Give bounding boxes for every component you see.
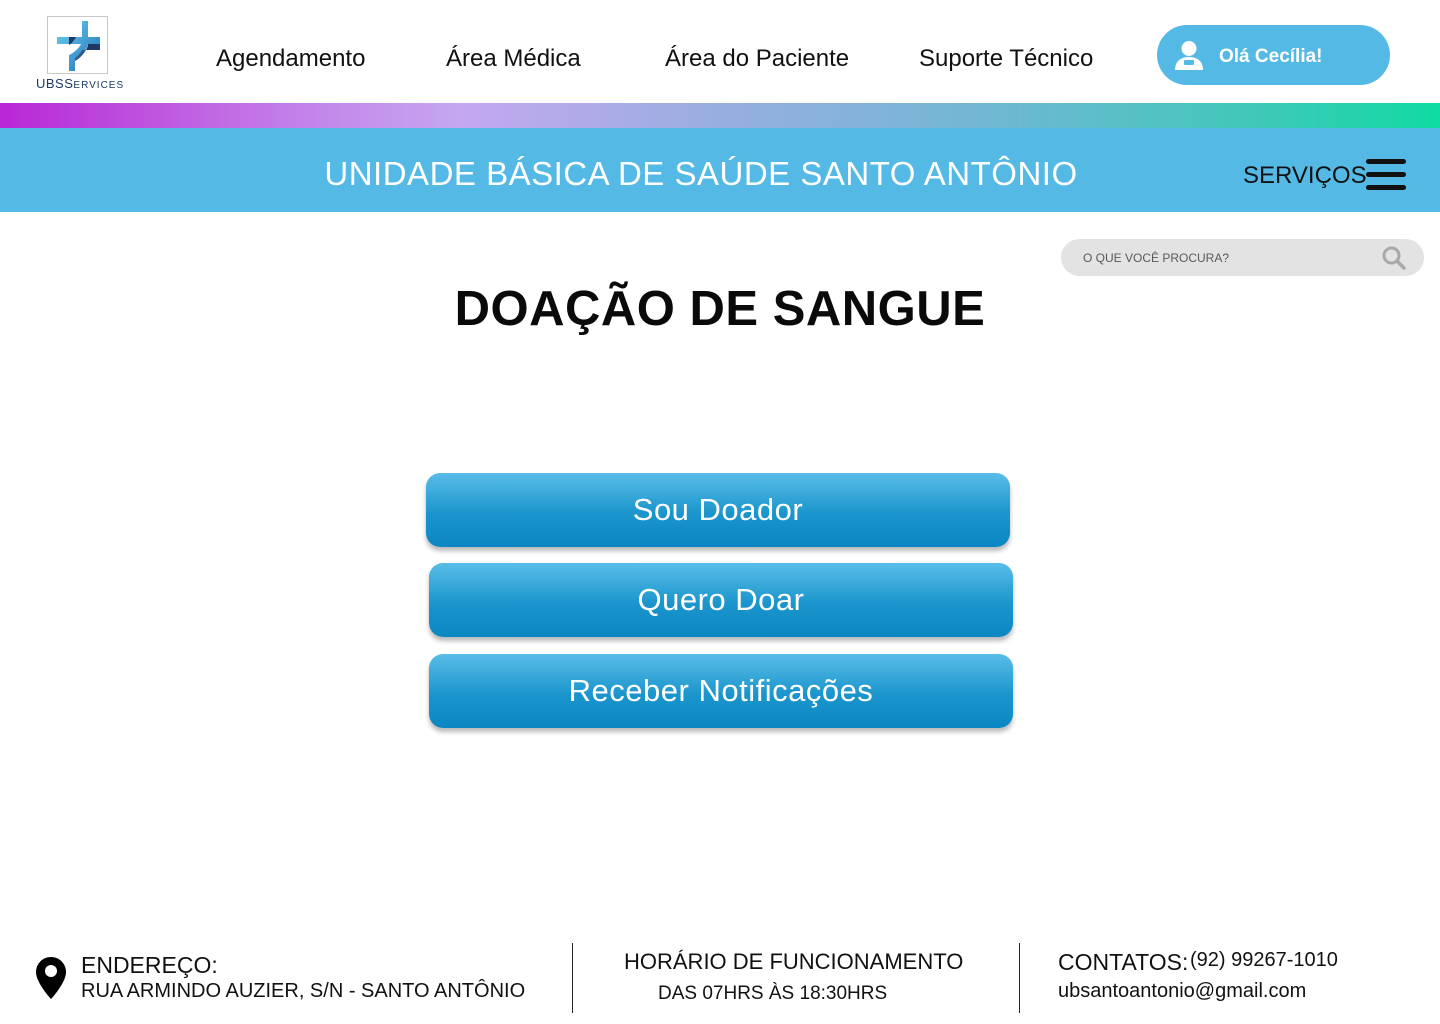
hamburger-menu-icon[interactable] <box>1366 159 1406 191</box>
footer: ENDEREÇO: RUA ARMINDO AUZIER, S/N - SANT… <box>0 930 1440 1024</box>
contact-phone[interactable]: (92) 99267-1010 <box>1190 949 1338 972</box>
ubservices-logo[interactable]: UBSSERVICES <box>36 14 125 94</box>
location-pin-icon <box>35 956 67 1000</box>
user-icon <box>1173 39 1205 71</box>
footer-divider <box>1019 943 1020 1013</box>
gradient-divider <box>0 103 1440 128</box>
quero-doar-button[interactable]: Quero Doar <box>429 563 1013 637</box>
search-input[interactable] <box>1083 239 1383 276</box>
contacts-label: CONTATOS: <box>1058 949 1189 975</box>
top-header: UBSSERVICES Agendamento Área Médica Área… <box>0 0 1440 103</box>
footer-divider <box>572 943 573 1013</box>
page-title: DOAÇÃO DE SANGUE <box>454 282 986 336</box>
logo-cross-icon <box>47 16 108 74</box>
user-account-button[interactable]: Olá Cecília! <box>1157 25 1390 85</box>
unit-title: UNIDADE BÁSICA DE SAÚDE SANTO ANTÔNIO <box>324 155 1078 192</box>
search-bar <box>1061 239 1424 276</box>
nav-suporte-tecnico[interactable]: Suporte Técnico <box>919 45 1093 73</box>
contact-email[interactable]: ubsantoantonio@gmail.com <box>1058 980 1306 1003</box>
sou-doador-button[interactable]: Sou Doador <box>426 473 1010 547</box>
receber-notificacoes-button[interactable]: Receber Notificações <box>429 654 1013 728</box>
nav-area-paciente[interactable]: Área do Paciente <box>665 45 849 73</box>
services-menu-label[interactable]: SERVIÇOS <box>1243 162 1367 190</box>
nav-agendamento[interactable]: Agendamento <box>216 45 365 73</box>
address-label: ENDEREÇO: <box>81 952 218 978</box>
nav-area-medica[interactable]: Área Médica <box>446 45 581 73</box>
search-icon[interactable] <box>1381 245 1407 271</box>
logo-wordmark: UBSSERVICES <box>36 76 125 91</box>
address-value: RUA ARMINDO AUZIER, S/N - SANTO ANTÔNIO <box>81 980 526 1002</box>
hours-label: HORÁRIO DE FUNCIONAMENTO <box>624 949 964 974</box>
hours-value: DAS 07HRS ÀS 18:30HRS <box>658 983 888 1004</box>
unit-banner: UNIDADE BÁSICA DE SAÚDE SANTO ANTÔNIO SE… <box>0 128 1440 212</box>
user-greeting: Olá Cecília! <box>1219 46 1323 67</box>
